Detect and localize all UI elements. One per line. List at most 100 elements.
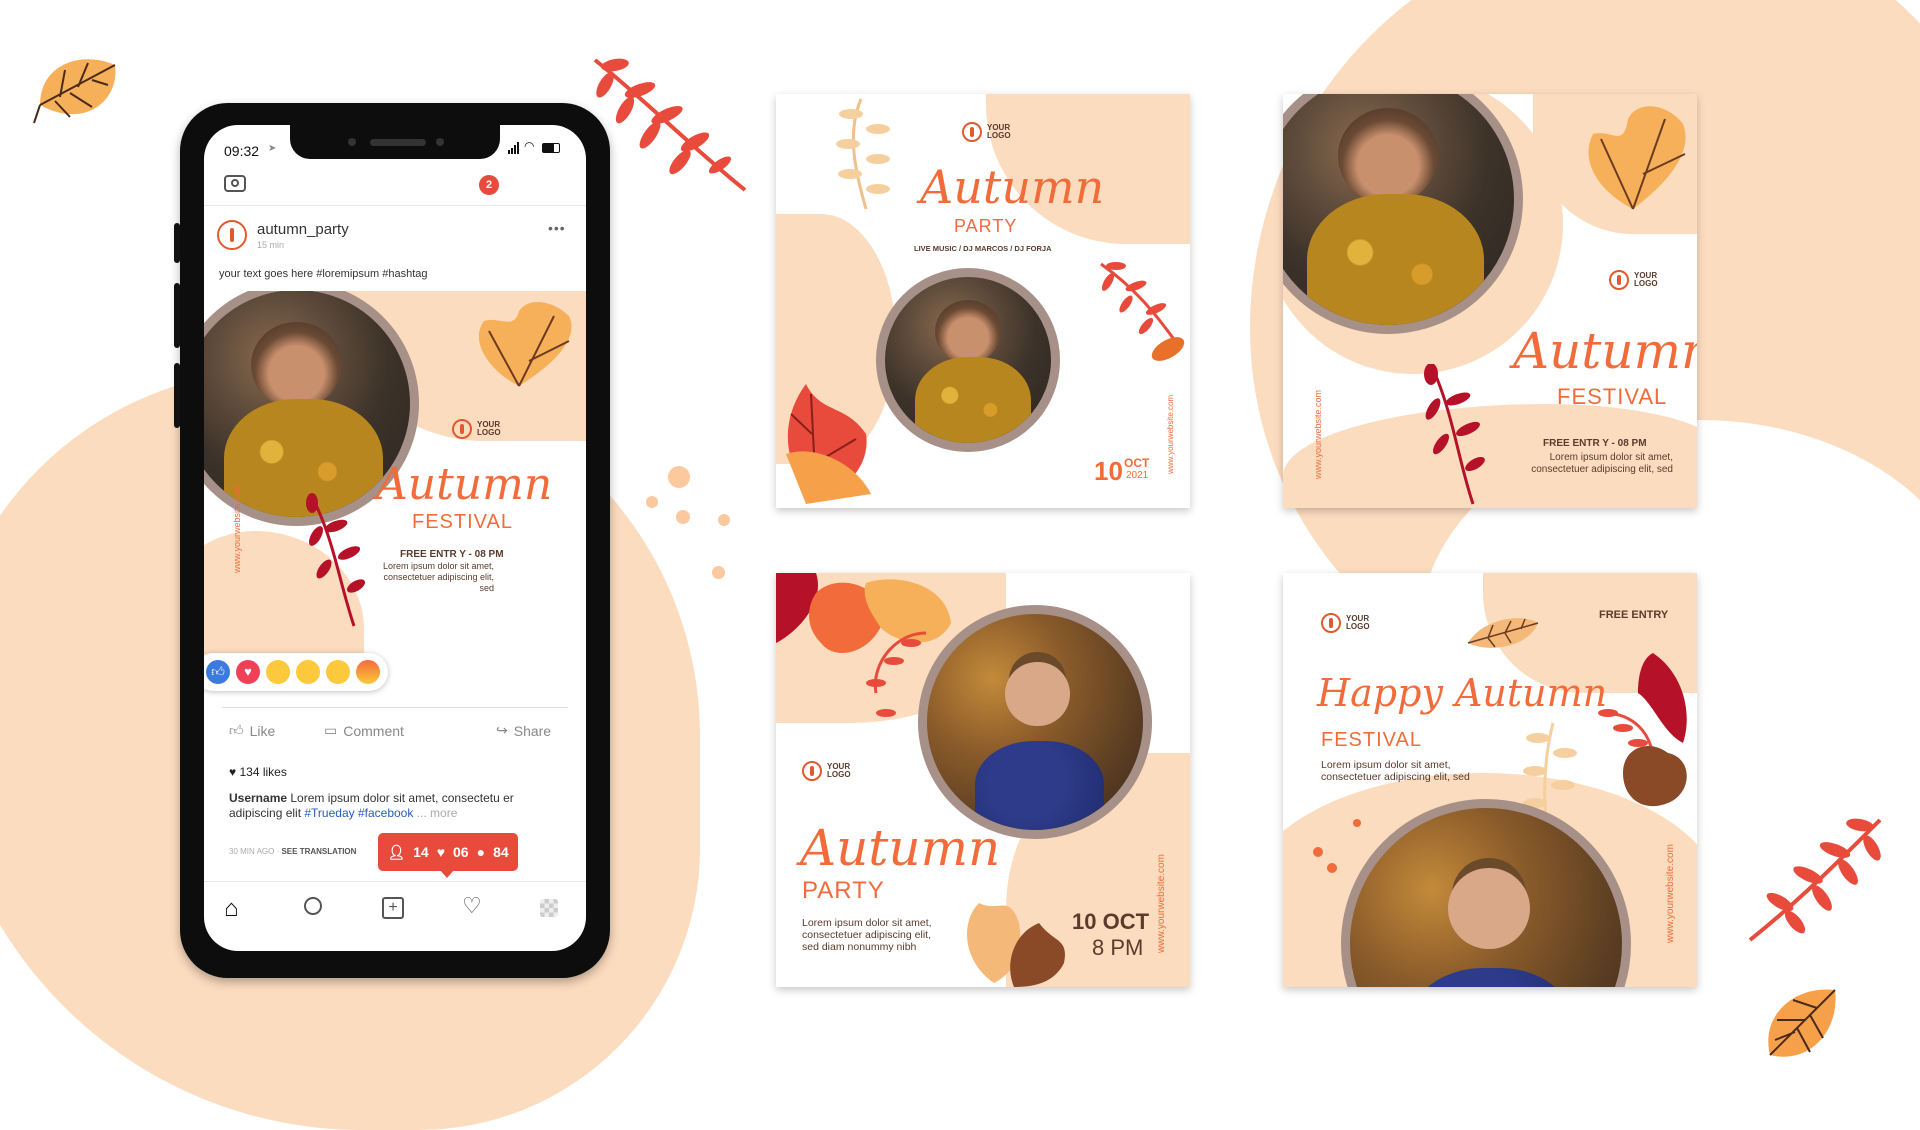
see-translation-link[interactable]: SEE TRANSLATION (281, 847, 356, 856)
comment-username[interactable]: Username (229, 791, 287, 805)
post-subtitle: PARTY (802, 877, 885, 904)
add-post-icon[interactable]: + (382, 897, 404, 919)
comment-icon: ▭ (324, 722, 338, 738)
fern-icon (1424, 364, 1485, 505)
logo-icon (1609, 270, 1629, 290)
account-name[interactable]: autumn_party (257, 221, 349, 238)
decor-dot (646, 496, 658, 508)
signal-icon (508, 142, 519, 154)
event-date: 10 OCT (1072, 909, 1150, 934)
divider (204, 205, 586, 206)
leaf-icon (786, 384, 871, 504)
account-meta: 15 min (257, 240, 285, 250)
post-logo: YOUR LOGO (962, 122, 1011, 142)
phone-screen: 09:32 ➤ ◠ 2 autumn_party 15 min ••• your… (204, 125, 586, 951)
post-description: Lorem ipsum dolor sit amet, consectetuer… (1531, 452, 1673, 475)
decor-dot (1353, 819, 1361, 827)
phone-side-button (174, 363, 180, 428)
wow-icon[interactable] (296, 660, 320, 684)
sad-icon[interactable] (326, 660, 350, 684)
angry-icon[interactable] (356, 660, 380, 684)
hashtag-link[interactable]: #facebook (358, 806, 413, 820)
post-photo (876, 268, 1060, 452)
post-title: Autumn (376, 459, 553, 510)
post-title: Happy Autumn (1317, 671, 1608, 715)
decor-dot (1327, 863, 1337, 873)
share-icon: ↪ (496, 722, 508, 738)
home-icon[interactable]: ⌂ (224, 895, 239, 923)
hashtag-link[interactable]: #Trueday (304, 806, 354, 820)
post-card-4[interactable]: YOUR LOGO FREE ENTRY Happy Autumn FESTIV… (1283, 573, 1697, 987)
post-website: www.yourwebsite.com (1665, 844, 1676, 943)
decor-dot (668, 466, 690, 488)
fern-icon (1100, 262, 1185, 361)
heart-nav-icon[interactable]: ♡ (462, 893, 482, 919)
search-icon[interactable] (304, 897, 322, 915)
event-day: 10 (1094, 456, 1123, 486)
post-logo: YOUR LOGO (802, 761, 851, 781)
logo-icon (1321, 613, 1341, 633)
battery-icon (542, 143, 560, 153)
notification-badge[interactable]: 2 (479, 175, 499, 195)
post-lineup: LIVE MUSIC / DJ MARCOS / DJ FORJA (914, 244, 1052, 253)
leaf-icon (1588, 106, 1686, 210)
comment-button[interactable]: ▭ Comment (324, 722, 404, 739)
post-subtitle: FESTIVAL (412, 511, 513, 533)
leaf-icon (836, 98, 890, 210)
wifi-icon: ◠ (524, 139, 535, 153)
thumbs-up-icon: 👍︎ (229, 722, 244, 738)
love-icon[interactable]: ♥ (236, 660, 260, 684)
time-ago: 30 MIN AGO · SEE TRANSLATION (229, 847, 357, 856)
heart-icon: ♥ (229, 765, 240, 779)
post-logo: YOUR LOGO (452, 419, 501, 439)
follower-icon: 👤︎ (387, 843, 406, 860)
like-button[interactable]: 👍︎ Like (229, 722, 275, 739)
leaf-icon-bottom-right (1768, 989, 1836, 1057)
leaf-icon-top-left (33, 59, 116, 124)
more-options-icon[interactable]: ••• (548, 220, 566, 236)
badge-pointer (440, 870, 454, 878)
activity-badge[interactable]: 👤︎ 14 ♥ 06 ● 84 (378, 833, 518, 871)
post-card-2[interactable]: YOUR LOGO Autumn FESTIVAL FREE ENTR Y - … (1283, 94, 1697, 508)
post-card-1[interactable]: YOUR LOGO Autumn PARTY LIVE MUSIC / DJ M… (776, 94, 1190, 508)
leaf-icon (478, 301, 572, 387)
fern-icon-top (593, 58, 747, 192)
comment-text: Username Lorem ipsum dolor sit amet, con… (229, 791, 514, 820)
phone-frame: 09:32 ➤ ◠ 2 autumn_party 15 min ••• your… (174, 103, 610, 978)
location-icon: ➤ (268, 143, 277, 154)
post-card-3[interactable]: YOUR LOGO Autumn PARTY Lorem ipsum dolor… (776, 573, 1190, 987)
post-logo: YOUR LOGO (1321, 613, 1370, 633)
likes-count: ♥ 134 likes (229, 765, 287, 779)
phone-side-button (174, 223, 180, 263)
share-button[interactable]: ↪ Share (496, 722, 551, 739)
post-subtitle: FESTIVAL (1557, 384, 1668, 409)
comment-bubble-icon: ● (476, 844, 486, 860)
like-icon[interactable]: 👍︎ (206, 660, 230, 684)
divider (204, 881, 586, 882)
profile-icon[interactable] (540, 899, 558, 917)
event-time: 8 PM (1092, 935, 1144, 960)
post-website: www.yourwebsite.com (1313, 389, 1323, 479)
decor-dot (718, 514, 730, 526)
post-website: www.yourwebsite.com (232, 483, 242, 573)
heart-icon: ♥ (436, 844, 446, 860)
decor-dot (1313, 847, 1323, 857)
leaf-icon (1598, 653, 1687, 807)
phone-side-button (174, 283, 180, 348)
post-subtitle: FESTIVAL (1321, 729, 1422, 751)
camera-icon[interactable] (224, 175, 246, 192)
post-website: www.yourwebsite.com (1166, 394, 1175, 474)
reactions-bar: 👍︎ ♥ (204, 653, 388, 691)
haha-icon[interactable] (266, 660, 290, 684)
phone-notch (290, 125, 500, 159)
logo-icon (962, 122, 982, 142)
post-description: Lorem ipsum dolor sit amet, consectetuer… (382, 561, 494, 593)
event-month: OCT (1124, 456, 1150, 470)
more-link[interactable]: ... more (417, 806, 458, 820)
avatar[interactable] (217, 220, 247, 250)
status-time: 09:32 (224, 143, 260, 159)
post-entry: FREE ENTR Y - 08 PM (400, 549, 504, 560)
post-entry: FREE ENTR Y - 08 PM (1543, 438, 1647, 449)
post-image[interactable]: YOUR LOGO Autumn FESTIVAL FREE ENTR Y - … (204, 291, 586, 671)
post-caption: your text goes here #loremipsum #hashtag (219, 268, 428, 280)
